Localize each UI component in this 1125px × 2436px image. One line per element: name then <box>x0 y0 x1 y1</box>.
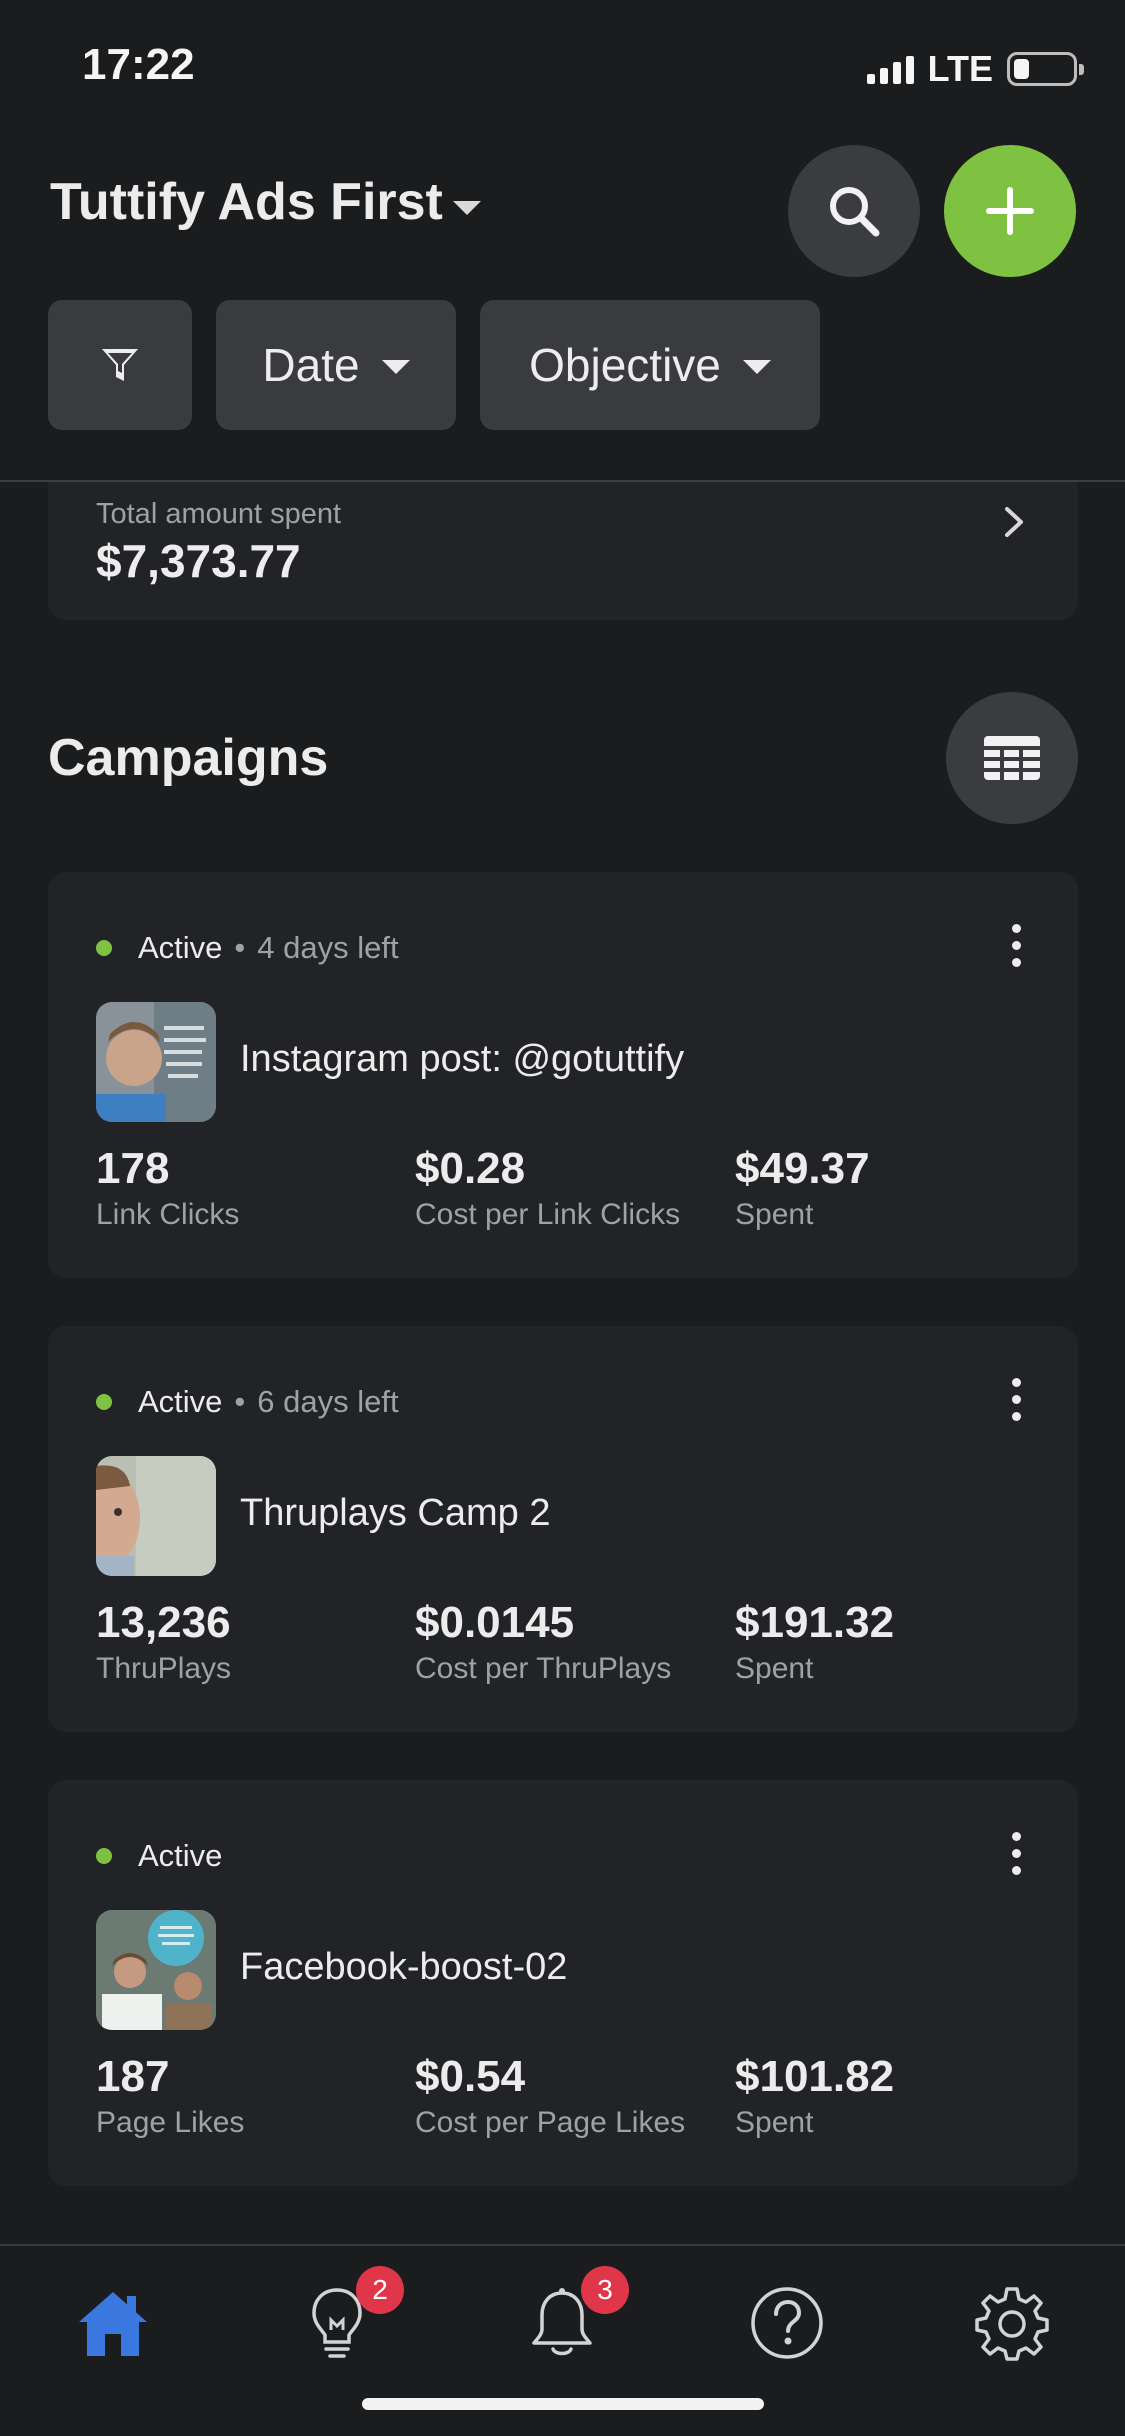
campaign-thumbnail <box>96 1456 216 1576</box>
more-options-button[interactable] <box>1006 1832 1026 1875</box>
battery-icon <box>1007 52 1084 86</box>
metric-value: $101.82 <box>735 2052 895 2101</box>
date-filter-label: Date <box>262 339 360 391</box>
network-label: LTE <box>927 48 993 89</box>
days-left: 6 days left <box>257 1384 399 1419</box>
metric-label: ThruPlays <box>96 1652 232 1685</box>
metric-label: Spent <box>735 1198 814 1231</box>
metric-results: 13,236 ThruPlays <box>96 1598 231 1686</box>
metric-cost-per-result: $0.28 Cost per Link Clicks <box>415 1144 680 1232</box>
filter-button[interactable] <box>48 300 192 430</box>
search-button[interactable] <box>788 145 920 277</box>
account-title: Tuttify Ads First <box>50 173 443 231</box>
help-icon <box>751 2287 823 2359</box>
metric-label: Cost per Link Clicks <box>415 1198 681 1231</box>
table-view-button[interactable] <box>946 692 1078 824</box>
tab-notifications[interactable]: 3 <box>517 2266 629 2368</box>
status-indicators: LTE <box>866 48 1084 90</box>
settings-gear-icon <box>975 2287 1049 2361</box>
plus-icon <box>986 187 1034 235</box>
campaign-status: Active • 6 days left <box>96 1384 399 1420</box>
total-spent-value: $7,373.77 <box>96 535 301 587</box>
tab-settings[interactable] <box>967 2278 1057 2368</box>
campaigns-header: Campaigns <box>48 692 1078 824</box>
filter-bar: Date Objective <box>48 300 820 430</box>
notification-badge: 3 <box>581 2266 629 2314</box>
campaign-name: Thruplays Camp 2 <box>240 1492 551 1534</box>
tab-help[interactable] <box>742 2278 832 2368</box>
status-separator: • <box>234 930 246 965</box>
days-left: 4 days left <box>257 930 399 965</box>
more-options-button[interactable] <box>1006 924 1026 967</box>
chevron-down-icon <box>381 360 410 374</box>
header: Tuttify Ads First Date Objective <box>0 140 1125 482</box>
search-icon <box>830 187 880 237</box>
date-filter[interactable]: Date <box>216 300 456 430</box>
metric-value: 13,236 <box>96 1598 231 1647</box>
campaign-thumbnail <box>96 1002 216 1122</box>
metric-spent: $191.32 Spent <box>735 1598 894 1686</box>
tab-insights[interactable]: 2 <box>292 2266 404 2368</box>
signal-icon <box>866 54 914 84</box>
objective-filter-label: Objective <box>529 339 721 391</box>
chevron-down-icon <box>742 360 771 374</box>
table-icon <box>984 736 1040 780</box>
section-title: Campaigns <box>48 729 329 787</box>
objective-filter[interactable]: Objective <box>480 300 820 430</box>
status-time: 17:22 <box>82 40 195 89</box>
home-icon <box>79 2292 147 2356</box>
status-dot-icon <box>96 1394 112 1410</box>
metric-value: $191.32 <box>735 1598 895 1647</box>
campaign-name: Instagram post: @gotuttify <box>240 1038 685 1080</box>
campaign-status: Active <box>96 1838 222 1874</box>
metric-results: 187 Page Likes <box>96 2052 244 2140</box>
home-indicator[interactable] <box>362 2398 764 2410</box>
campaign-card[interactable]: Active Facebook-boost-02 187 Page Likes <box>48 1780 1078 2186</box>
total-spent-label: Total amount spent <box>96 498 342 530</box>
metric-cost-per-result: $0.54 Cost per Page Likes <box>415 2052 685 2140</box>
status-separator: • <box>234 1384 246 1419</box>
chevron-right-icon <box>1005 507 1023 537</box>
metric-results: 178 Link Clicks <box>96 1144 239 1232</box>
campaign-thumbnail <box>96 1910 216 2030</box>
metric-value: $0.0145 <box>415 1598 575 1647</box>
metric-cost-per-result: $0.0145 Cost per ThruPlays <box>415 1598 671 1686</box>
add-campaign-button[interactable] <box>944 145 1076 277</box>
metric-value: 187 <box>96 2052 170 2101</box>
campaign-card[interactable]: Active • 4 days left Instagram post: @go… <box>48 872 1078 1278</box>
more-options-button[interactable] <box>1006 1378 1026 1421</box>
tab-home[interactable] <box>68 2278 158 2368</box>
metric-label: Cost per Page Likes <box>415 2106 686 2139</box>
campaign-name: Facebook-boost-02 <box>240 1946 568 1988</box>
status-label: Active <box>138 930 223 965</box>
metric-label: Link Clicks <box>96 1198 240 1231</box>
filter-icon <box>102 349 138 381</box>
metric-spent: $101.82 Spent <box>735 2052 894 2140</box>
metric-value: $49.37 <box>735 1144 870 1193</box>
caret-down-icon <box>452 201 481 215</box>
status-label: Active <box>138 1384 223 1419</box>
metric-value: 178 <box>96 1144 170 1193</box>
metric-label: Page Likes <box>96 2106 245 2139</box>
metric-spent: $49.37 Spent <box>735 1144 870 1232</box>
total-spent-card[interactable]: Total amount spent $7,373.77 <box>48 482 1078 620</box>
campaign-status: Active • 4 days left <box>96 930 399 966</box>
main-content[interactable]: Total amount spent $7,373.77 Campaigns A… <box>0 482 1125 2244</box>
campaign-card[interactable]: Active • 6 days left Thruplays Camp 2 13… <box>48 1326 1078 1732</box>
notification-badge: 2 <box>356 2266 404 2314</box>
status-dot-icon <box>96 940 112 956</box>
metric-label: Spent <box>735 2106 814 2139</box>
metric-value: $0.28 <box>415 1144 526 1193</box>
metric-value: $0.54 <box>415 2052 526 2101</box>
account-switcher[interactable]: Tuttify Ads First <box>50 172 481 232</box>
status-dot-icon <box>96 1848 112 1864</box>
metric-label: Cost per ThruPlays <box>415 1652 672 1685</box>
status-bar: 17:22 LTE <box>0 0 1125 140</box>
metric-label: Spent <box>735 1652 814 1685</box>
status-label: Active <box>138 1838 223 1873</box>
